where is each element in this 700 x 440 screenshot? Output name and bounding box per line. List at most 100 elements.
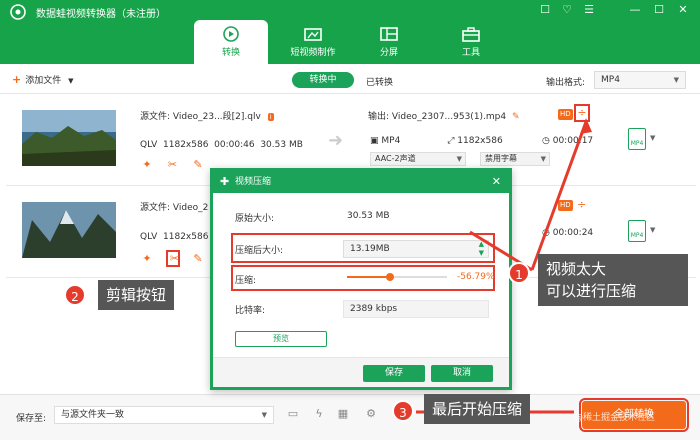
video-icon: ▣	[370, 136, 379, 146]
menu-icon[interactable]: ☰	[582, 3, 596, 16]
audio-value: AAC-2声道	[375, 154, 416, 163]
output-format-select[interactable]: MP4 ▼	[594, 71, 686, 89]
dialog-logo-icon: ✚	[220, 175, 230, 188]
chevron-down-icon: ▼	[673, 76, 679, 84]
maximize-button[interactable]: ☐	[652, 3, 666, 16]
minimize-button[interactable]: —	[628, 3, 642, 16]
output-filename: Video_2307...953(1).mp4	[391, 112, 507, 122]
chevron-down-icon[interactable]: ▼	[650, 134, 655, 142]
bitrate-label: 比特率:	[235, 306, 266, 316]
source-filename: Video_23...段[2].qlv	[172, 112, 261, 122]
callout-text: 可以进行压缩	[546, 282, 637, 300]
source-format: QLV	[140, 232, 158, 242]
source-label: 源文件:	[140, 112, 171, 122]
tab-split-screen[interactable]: 分屏	[352, 20, 426, 64]
feedback-icon[interactable]: ☐	[538, 3, 552, 16]
dialog-titlebar: ✚ 视频压缩 ✕	[213, 171, 509, 193]
hd-icon[interactable]: HD	[558, 109, 573, 120]
speed-icon[interactable]: ϟ	[312, 407, 326, 421]
cut-icon[interactable]: ✂	[166, 158, 180, 171]
mp4-label: MP4	[630, 140, 644, 147]
clock-icon: ◷	[542, 228, 550, 238]
tab-converted[interactable]: 已转换	[366, 75, 393, 88]
output-meta: ▣ MP4 ⤢ 1182x586	[370, 136, 503, 146]
stepper-icon[interactable]: ▲ ▼	[479, 240, 484, 258]
save-to-select[interactable]: 与源文件夹一致 ▼	[54, 406, 274, 424]
source-label: 源文件:	[140, 203, 171, 213]
gpu-icon[interactable]: ▦	[336, 407, 350, 421]
main-tabs: 转换 短视频制作 分屏 工具	[0, 20, 700, 64]
compressed-size-label: 压缩后大小:	[235, 246, 284, 256]
output-label: 输出:	[368, 112, 390, 122]
chevron-down-icon[interactable]: ▼	[650, 226, 655, 234]
rename-icon[interactable]: ✎	[512, 112, 520, 122]
output-resolution: 1182x586	[457, 136, 503, 146]
subtitle-value: 禁用字幕	[485, 154, 517, 163]
tab-video-maker[interactable]: 短视频制作	[276, 20, 350, 64]
compress-percent: -56.79%	[457, 272, 495, 282]
enhance-icon[interactable]: ✦	[140, 252, 154, 265]
output-format-badge[interactable]: MP4	[628, 128, 646, 150]
dialog-footer: 保存 取消	[213, 357, 509, 387]
tab-converting[interactable]: 转换中	[292, 72, 354, 88]
folder-icon[interactable]: ▭	[286, 407, 300, 421]
callout-text: 视频太大	[546, 260, 607, 278]
compress-button[interactable]: ÷	[574, 104, 590, 122]
preview-button[interactable]: 预览	[235, 331, 327, 347]
tab-convert[interactable]: 转换	[194, 20, 268, 64]
compress-label: 压缩:	[235, 276, 257, 286]
compress-slider[interactable]	[347, 273, 447, 281]
step-2-badge: 2	[64, 284, 86, 306]
tab-label: 分屏	[379, 48, 398, 58]
tab-label: 工具	[461, 48, 480, 58]
source-meta: QLV 1182x586	[140, 232, 208, 242]
output-duration-wrap: ◷ 00:00:24	[542, 228, 593, 238]
slider-handle[interactable]	[386, 273, 394, 281]
resize-icon: ⤢	[447, 136, 455, 146]
source-resolution: 1182x586	[163, 232, 209, 242]
split-screen-icon	[380, 27, 398, 41]
source-meta: QLV 1182x586 00:00:46 30.53 MB	[140, 140, 303, 150]
output-format-badge[interactable]: MP4	[628, 220, 646, 242]
arrow-right-icon: ➜	[328, 130, 344, 151]
row-tools: ✦ ✂ ✎	[140, 158, 213, 171]
close-window-button[interactable]: ✕	[676, 3, 690, 16]
source-filename: Video_2	[172, 203, 209, 213]
settings-icon[interactable]: ⚙	[364, 407, 378, 421]
output-duration-wrap: ◷ 00:00:17	[542, 136, 593, 146]
favorite-icon[interactable]: ♡	[560, 3, 574, 16]
add-file-button[interactable]: + 添加文件 ▼	[12, 73, 74, 86]
cancel-button[interactable]: 取消	[431, 365, 493, 382]
original-size-label: 原始大小:	[235, 214, 275, 224]
compressed-size-input[interactable]: 13.19MB ▲ ▼	[343, 240, 489, 258]
slider-fill	[347, 276, 390, 278]
video-thumbnail	[22, 202, 116, 258]
tab-tools[interactable]: 工具	[434, 20, 508, 64]
callout-cut: 剪辑按钮	[98, 280, 175, 310]
cut-icon: ✂	[169, 252, 180, 265]
save-button[interactable]: 保存	[363, 365, 425, 382]
edit-icon[interactable]: ✎	[191, 252, 205, 265]
chevron-down-icon: ▼	[540, 155, 546, 163]
close-icon[interactable]: ✕	[492, 171, 501, 193]
enhance-icon[interactable]: ✦	[140, 158, 154, 171]
info-icon[interactable]: i	[267, 113, 274, 121]
compress-icon: ÷	[577, 106, 587, 119]
app-logo-icon	[10, 4, 26, 20]
output-format: MP4	[381, 136, 401, 146]
window-title: 数据蛙视频转换器（未注册）	[36, 9, 166, 20]
cut-button[interactable]: ✂	[165, 250, 180, 267]
compress-icon[interactable]: ÷	[577, 198, 586, 211]
chevron-down-icon: ▼	[456, 155, 462, 163]
app-header: 数据蛙视频转换器（未注册） ☐ ♡ ☰ — ☐ ✕ 转换 短视频制作 分屏 工具	[0, 0, 700, 64]
tab-label: 转换	[221, 48, 240, 58]
edit-icon[interactable]: ✎	[191, 158, 205, 171]
audio-select[interactable]: AAC-2声道 ▼	[370, 152, 466, 166]
output-format-label: 输出格式:	[546, 78, 586, 88]
step-3-badge: 3	[392, 400, 414, 422]
row-tools: ✦ ✂ ✎	[140, 250, 213, 267]
subtitle-select[interactable]: 禁用字幕 ▼	[480, 152, 550, 166]
bitrate-value: 2389 kbps	[350, 304, 398, 314]
hd-icon[interactable]: HD	[558, 200, 573, 211]
save-to-label: 保存至:	[16, 414, 47, 424]
